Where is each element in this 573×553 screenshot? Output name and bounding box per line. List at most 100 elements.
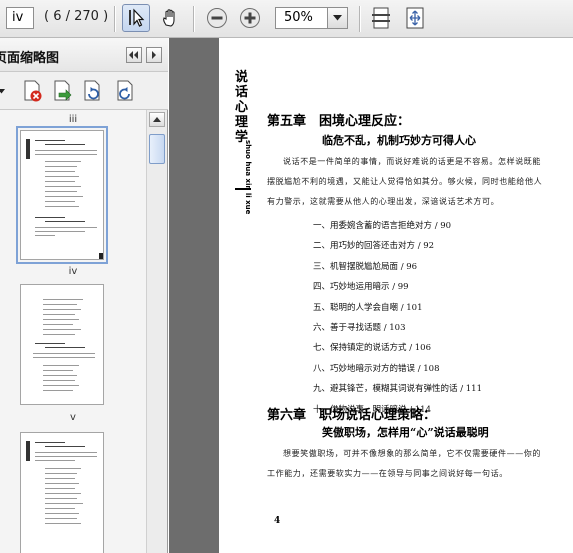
extract-page-icon [54,80,72,101]
scroll-up-button[interactable] [149,112,165,127]
thumbnail-text-line [43,375,77,376]
thumbnail-text-line [43,390,73,391]
arrow-up-icon [153,117,161,122]
hand-icon [163,9,175,27]
thumbnail-text-line [45,347,85,348]
panel-expand-button[interactable] [146,47,162,63]
panel-title: 页面缩略图 [0,51,60,66]
rotate-cw-button[interactable] [115,80,137,102]
rotate-counterclockwise-icon [84,80,100,101]
chevron-down-icon [333,15,342,21]
thumbnail-text-line [45,513,79,514]
thumbnail-text-line [45,221,85,222]
thumbnail-text-line [35,235,55,236]
cursor-icon [129,8,145,27]
toc-item[interactable]: 九、避其锋芒，模糊其词说有弹性的话 / 111 [313,379,482,399]
extract-page-button[interactable] [52,80,74,102]
select-tool-button[interactable] [122,4,150,32]
thumbnail-list[interactable]: iii iv v [0,110,146,553]
thumbnail-text-line [33,353,95,354]
toc-item[interactable]: 五、聪明的人学会自嘲 / 101 [313,298,482,318]
toc-item[interactable]: 八、巧妙地暗示对方的错误 / 108 [313,359,482,379]
thumbnail-title-mark [26,441,30,461]
thumbnail-text-line [45,144,85,145]
toc-item[interactable]: 一、用委婉含蓄的语言拒绝对方 / 90 [313,216,482,236]
thumbnail-text-line [35,140,65,141]
thumbnail-text-line [43,319,79,320]
thumbnail-page-vi[interactable] [20,432,104,553]
thumbnail-text-line [45,493,81,494]
thumbnail-text-line [43,385,79,386]
panel-collapse-button[interactable] [126,47,142,63]
zoom-input[interactable]: 50% [275,7,328,29]
thumbnail-text-line [45,166,77,167]
thumbnail-text-line [43,309,81,310]
thumbnail-text-line [35,217,65,218]
zoom-in-icon [240,8,260,28]
thumbnail-text-line [43,314,75,315]
zoom-dropdown-button[interactable] [328,7,348,29]
thumbnail-text-line [43,299,83,300]
delete-page-button[interactable] [22,80,44,102]
toc-item[interactable]: 四、巧妙地运用暗示 / 99 [313,277,482,297]
thumbnail-text-line [35,452,97,453]
thumbnail-text-line [45,206,79,207]
fit-page-button[interactable] [367,4,395,32]
toolbar: iv ( 6 / 270 ) 50% [0,0,573,38]
thumbnail-label: iv [68,266,78,277]
chapter5-subtitle: 临危不乱，机制巧妙方可得人心 [322,134,476,147]
toolbar-separator [114,6,115,32]
rotate-ccw-button[interactable] [82,80,104,102]
thumbnail-text-line [43,380,75,381]
thumbnail-text-line [45,508,75,509]
page-number-input[interactable]: iv [6,7,34,29]
thumbnail-text-line [43,304,77,305]
thumbnail-text-line [45,483,79,484]
thumbnail-text-line [35,460,75,461]
toc-item[interactable]: 三、机智摆脱尴尬局面 / 96 [313,257,482,277]
toc-item[interactable]: 二、用巧妙的回答还击对方 / 92 [313,236,482,256]
toc-item[interactable]: 七、保持镇定的说话方式 / 106 [313,338,482,358]
chevron-right-icon [152,51,156,59]
thumbnail-text-line [45,488,75,489]
panel-options-button[interactable] [0,80,8,102]
thumbnail-scrollbar[interactable] [146,110,167,553]
scroll-thumb[interactable] [149,134,165,164]
thumbnail-text-line [35,150,97,151]
zoom-in-button[interactable] [236,4,264,32]
thumbnail-text-line [35,343,65,344]
document-page: 说话心理学 shuo hua xin li xue 第五章 困境心理反应： 临危… [219,38,573,553]
thumbnail-panel: 页面缩略图 iii iv v [0,38,168,553]
thumbnail-text-line [45,161,81,162]
toolbar-separator [359,6,360,32]
thumbnail-text-line [45,176,79,177]
chapter6-title: 第六章 职场说话心理策略： [267,408,437,423]
thumbnail-text-line [35,231,85,232]
fit-width-button[interactable] [401,4,429,32]
document-viewer[interactable]: 说话心理学 shuo hua xin li xue 第五章 困境心理反应： 临危… [169,38,573,553]
fit-page-icon [372,7,390,29]
thumbnail-mark [99,253,103,259]
zoom-out-button[interactable] [203,4,231,32]
thumbnail-text-line [45,478,75,479]
zoom-out-icon [207,8,227,28]
double-chevron-left-icon [129,51,138,59]
hand-tool-button[interactable] [156,4,184,32]
thumbnail-page-v[interactable] [20,284,104,405]
thumbnail-text-line [45,518,77,519]
thumbnail-text-line [43,334,75,335]
thumbnail-text-line [43,329,81,330]
thumbnail-text-line [45,468,81,469]
delete-page-icon [24,80,42,102]
chevron-down-icon [0,88,5,93]
thumbnail-text-line [35,442,65,443]
thumbnail-text-line [45,523,81,524]
chapter5-title: 第五章 困境心理反应： [267,114,411,129]
toc-item[interactable]: 六、善于寻找话题 / 103 [313,318,482,338]
panel-header: 页面缩略图 [0,38,168,72]
thumbnail-page-iv[interactable] [16,126,108,264]
book-side-title: 说话心理学 [235,70,249,145]
fit-width-icon [406,7,424,29]
thumbnail-text-line [43,324,73,325]
thumbnail-label: iii [68,114,78,125]
